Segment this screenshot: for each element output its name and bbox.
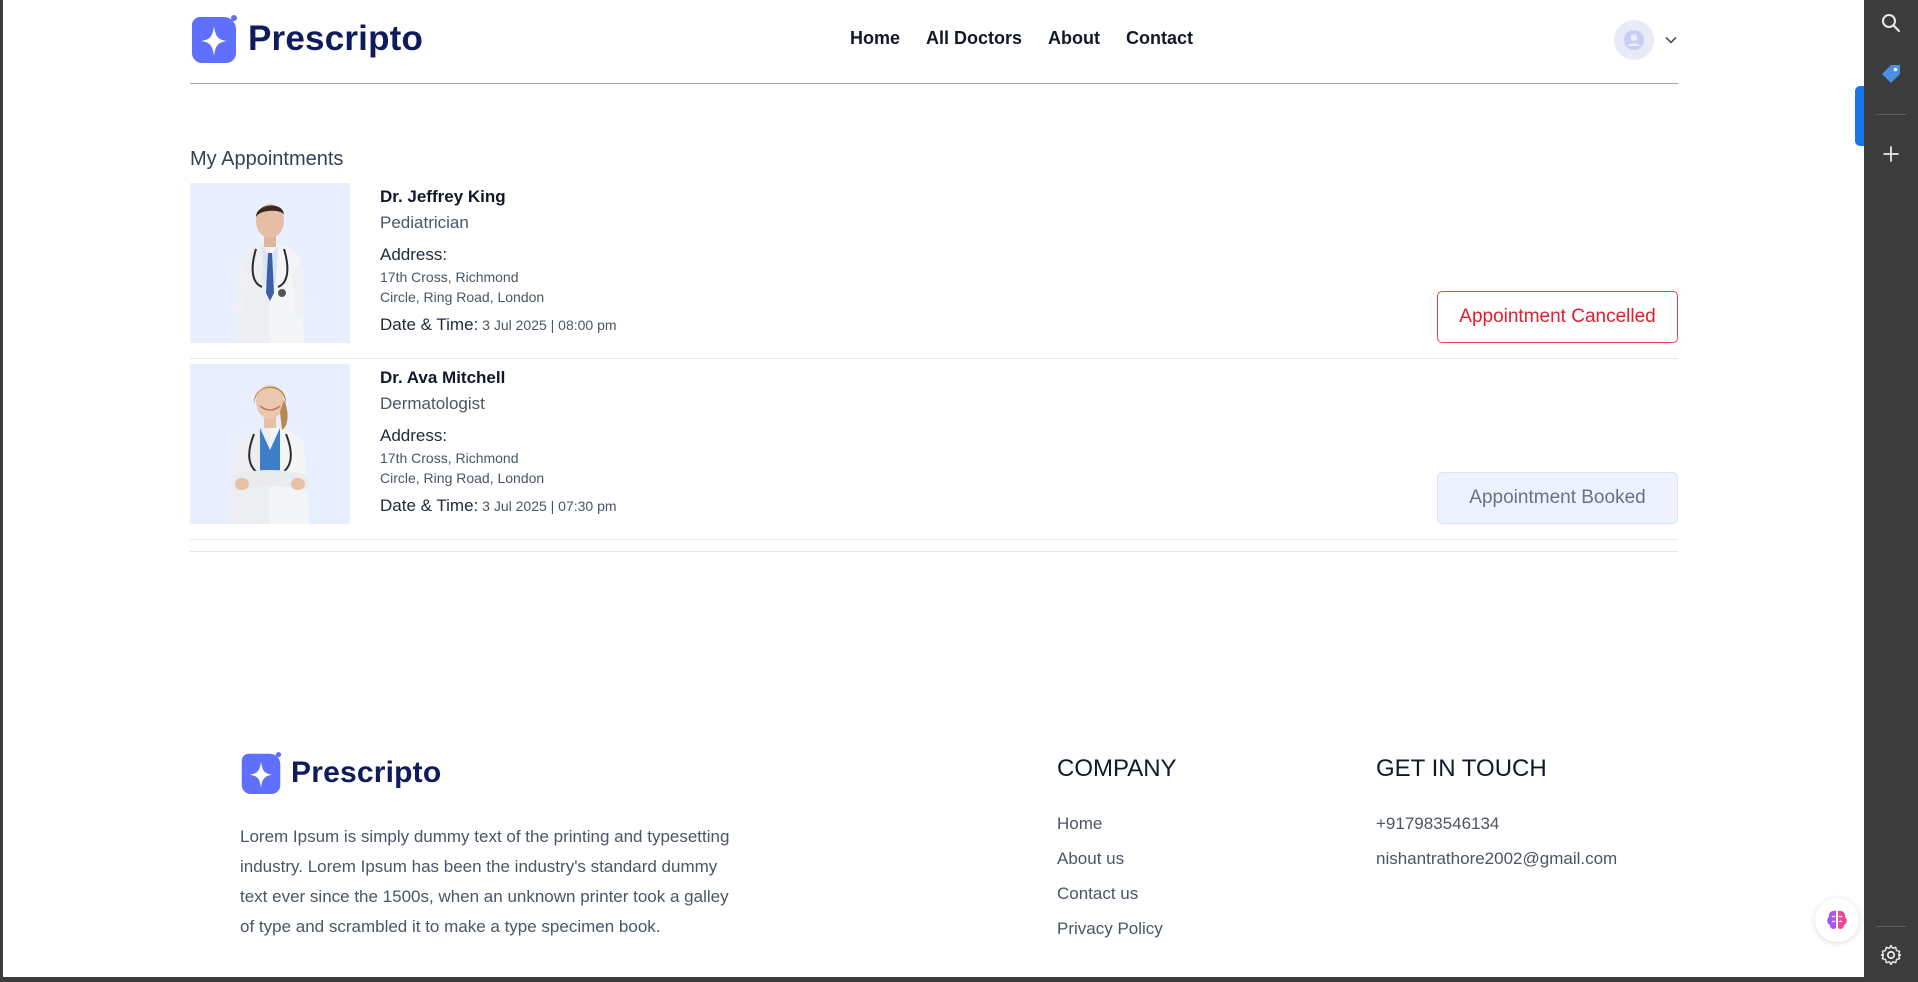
datetime-label: Date & Time: — [380, 496, 479, 515]
appointment-booked-status: Appointment Booked — [1437, 472, 1678, 524]
page: Prescripto Home All Doctors About Contac… — [0, 0, 1864, 982]
appointment-cancelled-status: Appointment Cancelled — [1437, 291, 1678, 343]
contact-heading: GET IN TOUCH — [1376, 755, 1547, 782]
brand-logo[interactable]: Prescripto — [190, 15, 423, 63]
logo-icon — [240, 752, 282, 794]
footer-link-contact[interactable]: Contact us — [1057, 884, 1163, 919]
avatar[interactable] — [1614, 20, 1654, 60]
datetime-label: Date & Time: — [380, 315, 479, 334]
sidebar-separator — [1876, 114, 1906, 115]
appointment-card: Dr. Ava Mitchell Dermatologist Address: … — [190, 364, 1678, 540]
address-line-2: Circle, Ring Road, London — [380, 470, 545, 486]
footer-brand-name: Prescripto — [291, 756, 442, 789]
address-label: Address: — [380, 245, 448, 264]
address-line-1: 17th Cross, Richmond — [380, 269, 519, 285]
datetime-row: Date & Time: 3 Jul 2025 | 08:00 pm — [380, 315, 617, 335]
window-edge-bottom — [0, 977, 1864, 982]
address-label: Address: — [380, 426, 448, 445]
contact-email: nishantrathore2002@gmail.com — [1376, 849, 1618, 868]
nav-contact[interactable]: Contact — [1126, 28, 1193, 49]
plus-icon[interactable] — [1879, 142, 1903, 166]
user-icon — [1624, 30, 1644, 50]
search-icon[interactable] — [1879, 11, 1903, 35]
tag-icon[interactable] — [1879, 62, 1903, 86]
footer-link-about[interactable]: About us — [1057, 849, 1163, 884]
footer-description: Lorem Ipsum is simply dummy text of the … — [240, 827, 730, 936]
footer-brand-logo[interactable]: Prescripto — [240, 752, 441, 794]
navbar: Prescripto Home All Doctors About Contac… — [190, 0, 1678, 84]
nav-all-doctors[interactable]: All Doctors — [926, 28, 1022, 49]
doctor-speciality: Dermatologist — [380, 394, 485, 413]
contact-phone: +917983546134 — [1376, 814, 1500, 833]
datetime-value: 3 Jul 2025 | 07:30 pm — [482, 498, 617, 514]
brand-name: Prescripto — [248, 19, 424, 58]
window-edge — [0, 0, 3, 982]
divider — [190, 551, 1678, 552]
sidebar-active-indicator — [1855, 86, 1864, 146]
gear-icon[interactable] — [1879, 943, 1903, 967]
nav-about[interactable]: About — [1048, 28, 1100, 49]
appointment-card: Dr. Jeffrey King Pediatrician Address: 1… — [190, 183, 1678, 359]
page-title: My Appointments — [190, 148, 344, 170]
datetime-value: 3 Jul 2025 | 08:00 pm — [482, 317, 617, 333]
main-nav: Home All Doctors About Contact — [850, 28, 1193, 49]
logo-icon — [190, 15, 238, 63]
nav-home[interactable]: Home — [850, 28, 900, 49]
contact-details: +917983546134 nishantrathore2002@gmail.c… — [1376, 814, 1617, 884]
doctor-photo — [190, 183, 350, 343]
footer-link-privacy[interactable]: Privacy Policy — [1057, 919, 1163, 954]
sidebar-separator — [1876, 926, 1906, 927]
doctor-speciality: Pediatrician — [380, 213, 469, 232]
brain-icon — [1827, 910, 1847, 929]
doctor-name: Dr. Jeffrey King — [380, 187, 506, 206]
company-heading: COMPANY — [1057, 755, 1177, 782]
chevron-down-icon[interactable] — [1664, 33, 1678, 47]
doctor-name: Dr. Ava Mitchell — [380, 368, 506, 387]
doctor-photo — [190, 364, 350, 524]
appointment-info: Dr. Jeffrey King Pediatrician Address: 1… — [380, 187, 617, 335]
address-line-1: 17th Cross, Richmond — [380, 450, 519, 466]
address-line-2: Circle, Ring Road, London — [380, 289, 545, 305]
browser-sidebar — [1864, 0, 1918, 982]
footer-link-home[interactable]: Home — [1057, 814, 1163, 849]
user-menu[interactable] — [1614, 20, 1678, 60]
appointment-info: Dr. Ava Mitchell Dermatologist Address: … — [380, 368, 617, 516]
assistant-button[interactable] — [1815, 898, 1859, 942]
datetime-row: Date & Time: 3 Jul 2025 | 07:30 pm — [380, 496, 617, 516]
company-links: Home About us Contact us Privacy Policy — [1057, 814, 1163, 954]
